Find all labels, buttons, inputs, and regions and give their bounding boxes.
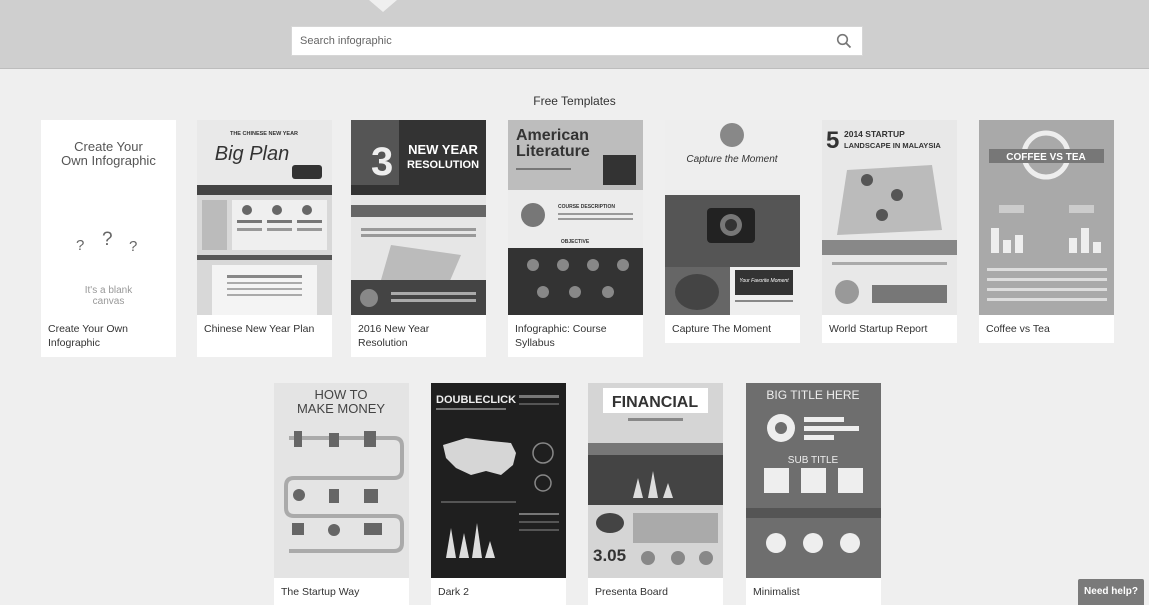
top-bar xyxy=(0,0,1149,69)
svg-text:?: ? xyxy=(76,237,84,254)
thumb-ws-title2: LANDSCAPE IN MALAYSIA xyxy=(844,141,941,150)
section-title: Free Templates xyxy=(533,94,616,108)
thumb-su-title1: HOW TO xyxy=(315,387,368,402)
thumb-al-course: COURSE DESCRIPTION xyxy=(558,204,615,210)
card-label[interactable]: Infographic: Course Syllabus xyxy=(508,315,643,354)
thumb-cm-sub: Your Favorite Moment xyxy=(739,278,789,284)
thumb-mi-title: BIG TITLE HERE xyxy=(766,388,859,402)
template-card-dark-2[interactable]: DOUBLECLICK Dark 2 xyxy=(431,383,566,605)
thumb-mi-sub: SUB TITLE xyxy=(788,455,839,466)
card-label[interactable]: World Startup Report xyxy=(822,315,957,340)
thumb-ny-title1: NEW YEAR xyxy=(408,142,478,157)
template-card-coffee-vs-tea[interactable]: COFFEE VS TEA Coffee vs Tea xyxy=(979,120,1114,343)
thumb-al-title2: Literature xyxy=(516,143,590,160)
template-card-course-syllabus[interactable]: American Literature COURSE DESCRIPTION O… xyxy=(508,120,643,357)
template-thumbnail[interactable]: DOUBLECLICK xyxy=(431,383,566,578)
search-box[interactable] xyxy=(291,26,863,56)
thumb-fi-title: FINANCIAL xyxy=(612,394,698,411)
svg-text:?: ? xyxy=(102,229,113,250)
need-help-button[interactable]: Need help? xyxy=(1078,579,1144,605)
thumb-su-title2: MAKE MONEY xyxy=(297,401,385,416)
template-thumbnail[interactable]: BIG TITLE HERE SUB TITLE xyxy=(746,383,881,578)
blank-card-subtitle: It's a blank canvas xyxy=(84,285,133,307)
search-icon[interactable] xyxy=(836,33,852,49)
template-thumbnail[interactable]: FINANCIAL 3.05 xyxy=(588,383,723,578)
thumb-al-title1: American xyxy=(516,127,589,144)
template-card-world-startup[interactable]: 5 2014 STARTUP LANDSCAPE IN MALAYSIA Wor… xyxy=(822,120,957,343)
svg-text:?: ? xyxy=(129,238,137,255)
card-label[interactable]: Presenta Board xyxy=(588,578,723,603)
thumb-cm-title: Capture the Moment xyxy=(686,154,778,165)
question-marks-icon: ? ? ? xyxy=(76,229,137,255)
card-label[interactable]: Create Your Own Infographic xyxy=(41,315,176,354)
card-label[interactable]: Chinese New Year Plan xyxy=(197,315,332,340)
template-thumbnail[interactable]: Create Your Own Infographic ? ? ? It's a… xyxy=(41,120,176,315)
card-label[interactable]: Capture The Moment xyxy=(665,315,800,340)
thumb-ct-title: COFFEE VS TEA xyxy=(1006,152,1085,163)
thumb-ws-title1: 2014 STARTUP xyxy=(844,129,905,139)
template-thumbnail[interactable]: Capture the Moment Your Favorite Moment xyxy=(665,120,800,315)
card-label[interactable]: Dark 2 xyxy=(431,578,566,603)
template-thumbnail[interactable]: 3 NEW YEAR RESOLUTION xyxy=(351,120,486,315)
template-card-blank[interactable]: Create Your Own Infographic ? ? ? It's a… xyxy=(41,120,176,357)
thumb-cny-title: Big Plan xyxy=(215,143,290,165)
template-card-chinese-new-year[interactable]: THE CHINESE NEW YEAR Big Plan Chinese Ne… xyxy=(197,120,332,357)
thumb-fi-number: 3.05 xyxy=(593,546,626,565)
thumb-ny-number: 3 xyxy=(371,140,393,184)
template-thumbnail[interactable]: HOW TO MAKE MONEY xyxy=(274,383,409,578)
top-notch xyxy=(369,0,397,12)
blank-card-title: Create Your Own Infographic xyxy=(61,139,156,168)
template-card-minimalist[interactable]: BIG TITLE HERE SUB TITLE Minimalist xyxy=(746,383,881,605)
search-input[interactable] xyxy=(292,27,820,55)
thumb-ny-title2: RESOLUTION xyxy=(407,159,479,171)
template-thumbnail[interactable]: 5 2014 STARTUP LANDSCAPE IN MALAYSIA xyxy=(822,120,957,315)
template-card-presenta-board[interactable]: FINANCIAL 3.05 Presenta Board xyxy=(588,383,723,605)
card-label[interactable]: 2016 New Year Resolution xyxy=(351,315,486,354)
thumb-ws-num: 5 xyxy=(826,127,839,154)
template-card-startup-way[interactable]: HOW TO MAKE MONEY The Startup Way xyxy=(274,383,409,605)
thumb-al-objective: OBJECTIVE xyxy=(561,239,590,245)
template-thumbnail[interactable]: American Literature COURSE DESCRIPTION O… xyxy=(508,120,643,315)
template-card-new-year-resolution[interactable]: 3 NEW YEAR RESOLUTION 2016 New Year Reso… xyxy=(351,120,486,357)
template-thumbnail[interactable]: COFFEE VS TEA xyxy=(979,120,1114,315)
thumb-dc-title: DOUBLECLICK xyxy=(436,394,516,406)
template-card-capture-moment[interactable]: Capture the Moment Your Favorite Moment … xyxy=(665,120,800,343)
template-thumbnail[interactable]: THE CHINESE NEW YEAR Big Plan xyxy=(197,120,332,315)
thumb-cny-header: THE CHINESE NEW YEAR xyxy=(230,131,298,137)
card-label[interactable]: Coffee vs Tea xyxy=(979,315,1114,340)
card-label[interactable]: Minimalist xyxy=(746,578,881,603)
card-label[interactable]: The Startup Way xyxy=(274,578,409,603)
